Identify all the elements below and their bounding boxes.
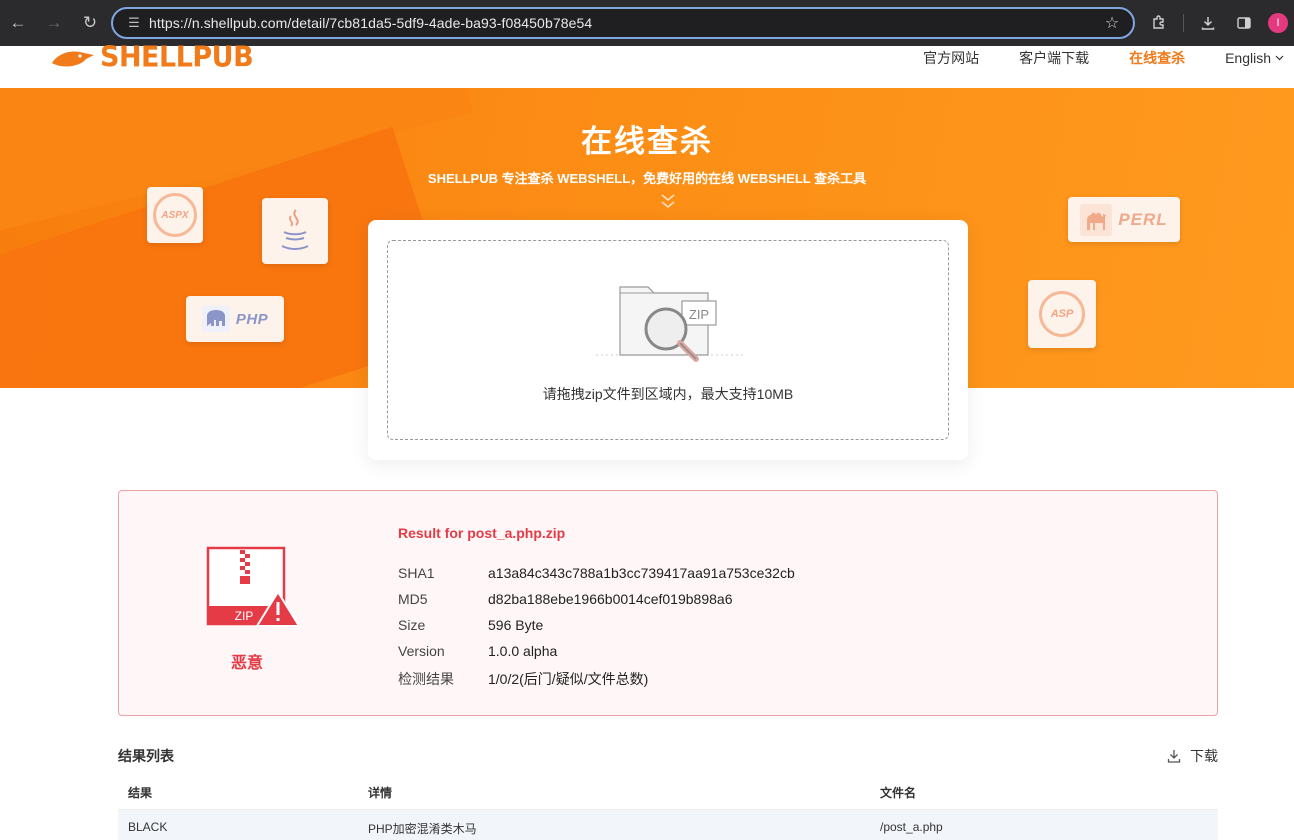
site-info-icon[interactable]: ☰ <box>119 15 149 31</box>
field-value: 1/0/2(后门/疑似/文件总数) <box>488 671 649 687</box>
results-table-header: 结果 详情 文件名 <box>118 772 1218 810</box>
camel-icon <box>1080 203 1113 236</box>
asp-badge: ASP <box>1028 280 1096 348</box>
extensions-icon[interactable] <box>1141 5 1177 41</box>
field-value: 596 Byte <box>488 617 544 633</box>
field-size: Size 596 Byte <box>398 617 543 633</box>
java-icon <box>281 209 309 250</box>
nav-client-download[interactable]: 客户端下载 <box>1019 48 1089 68</box>
column-header-detail: 详情 <box>368 786 393 800</box>
malicious-zip-icon: ZIP <box>206 546 301 627</box>
verdict-label: 恶意 <box>230 655 263 672</box>
url-text[interactable]: https://n.shellpub.com/detail/7cb81da5-5… <box>149 15 1097 31</box>
field-version: Version 1.0.0 alpha <box>398 643 557 659</box>
profile-avatar[interactable]: I <box>1268 13 1288 33</box>
bookmark-star-icon[interactable]: ☆ <box>1097 13 1127 33</box>
back-arrow-icon[interactable]: ← <box>0 5 36 41</box>
download-icon[interactable] <box>1190 5 1226 41</box>
field-md5: MD5 d82ba188ebe1966b0014cef019b898a6 <box>398 591 732 607</box>
asp-label: ASP <box>1039 291 1085 337</box>
double-chevron-down-icon <box>661 194 675 209</box>
cell-result: BLACK <box>128 820 168 834</box>
zip-search-illustration: ZIP <box>596 286 744 362</box>
toolbar-divider <box>1183 14 1184 32</box>
field-sha1: SHA1 a13a84c343c788a1b3cc739417aa91a753c… <box>398 565 795 581</box>
hero-subtitle: SHELLPUB 专注查杀 WEBSHELL，免费好用的在线 WEBSHELL … <box>427 171 867 186</box>
shellpub-logo[interactable]: SHELLPUB <box>50 40 254 74</box>
file-drop-zone[interactable]: ZIP 请拖拽zip文件到区域内，最大支持10MB <box>387 240 949 440</box>
drop-hint: 请拖拽zip文件到区域内，最大支持10MB <box>542 386 794 402</box>
field-key: Version <box>398 643 445 659</box>
scan-result-panel: ZIP 恶意 Result for post_a.php.zip SHA1 a1… <box>118 490 1218 716</box>
results-list-title: 结果列表 <box>118 748 174 764</box>
field-value: a13a84c343c788a1b3cc739417aa91a753ce32cb <box>488 565 795 581</box>
logo-text: SHELLPUB <box>100 40 254 74</box>
site-header: SHELLPUB 官方网站 客户端下载 在线查杀 English <box>0 41 1294 88</box>
table-row[interactable]: BLACK PHP加密混淆类木马 /post_a.php <box>118 810 1218 840</box>
field-key: SHA1 <box>398 565 435 581</box>
download-button[interactable]: 下载 <box>1166 746 1218 766</box>
forward-arrow-icon[interactable]: → <box>36 5 72 41</box>
address-bar[interactable]: ☰ https://n.shellpub.com/detail/7cb81da5… <box>111 7 1135 39</box>
chevron-down-icon <box>1275 55 1284 61</box>
field-key: MD5 <box>398 591 428 607</box>
browser-toolbar: ← → ↻ ☰ https://n.shellpub.com/detail/7c… <box>0 0 1294 46</box>
php-badge: PHP <box>186 296 284 342</box>
field-key: 检测结果 <box>398 671 454 687</box>
perl-label: PERL <box>1118 209 1168 229</box>
field-key: Size <box>398 617 426 633</box>
illustration-zip-text: ZIP <box>689 307 709 322</box>
download-icon <box>1167 750 1181 763</box>
elephant-icon <box>201 306 230 332</box>
field-value: 1.0.0 alpha <box>488 643 558 659</box>
php-label: PHP <box>235 310 269 328</box>
upload-card: ZIP 请拖拽zip文件到区域内，最大支持10MB <box>368 220 968 460</box>
top-nav: 官方网站 客户端下载 在线查杀 English <box>923 46 1284 70</box>
cell-filename: /post_a.php <box>880 820 943 834</box>
perl-badge: PERL <box>1068 197 1180 242</box>
aspx-label: ASPX <box>153 193 197 237</box>
nav-official-site[interactable]: 官方网站 <box>923 48 979 68</box>
column-header-filename: 文件名 <box>880 786 917 800</box>
cell-detail: PHP加密混淆类木马 <box>368 822 477 836</box>
language-select[interactable]: English <box>1225 50 1284 66</box>
download-label: 下载 <box>1190 748 1218 764</box>
java-badge <box>262 198 328 264</box>
field-detection: 检测结果 1/0/2(后门/疑似/文件总数) <box>398 669 648 689</box>
aspx-badge: ASPX <box>147 187 203 243</box>
hero-title: 在线查杀 <box>581 124 713 159</box>
result-title: Result for post_a.php.zip <box>398 525 566 541</box>
column-header-result: 结果 <box>128 786 153 800</box>
language-label: English <box>1225 50 1271 66</box>
side-panel-icon[interactable] <box>1226 5 1262 41</box>
field-value: d82ba188ebe1966b0014cef019b898a6 <box>488 591 733 607</box>
nav-online-scan[interactable]: 在线查杀 <box>1129 48 1185 68</box>
shell-logo-icon <box>52 51 94 67</box>
reload-icon[interactable]: ↻ <box>72 5 108 41</box>
result-zip-text: ZIP <box>235 609 254 623</box>
